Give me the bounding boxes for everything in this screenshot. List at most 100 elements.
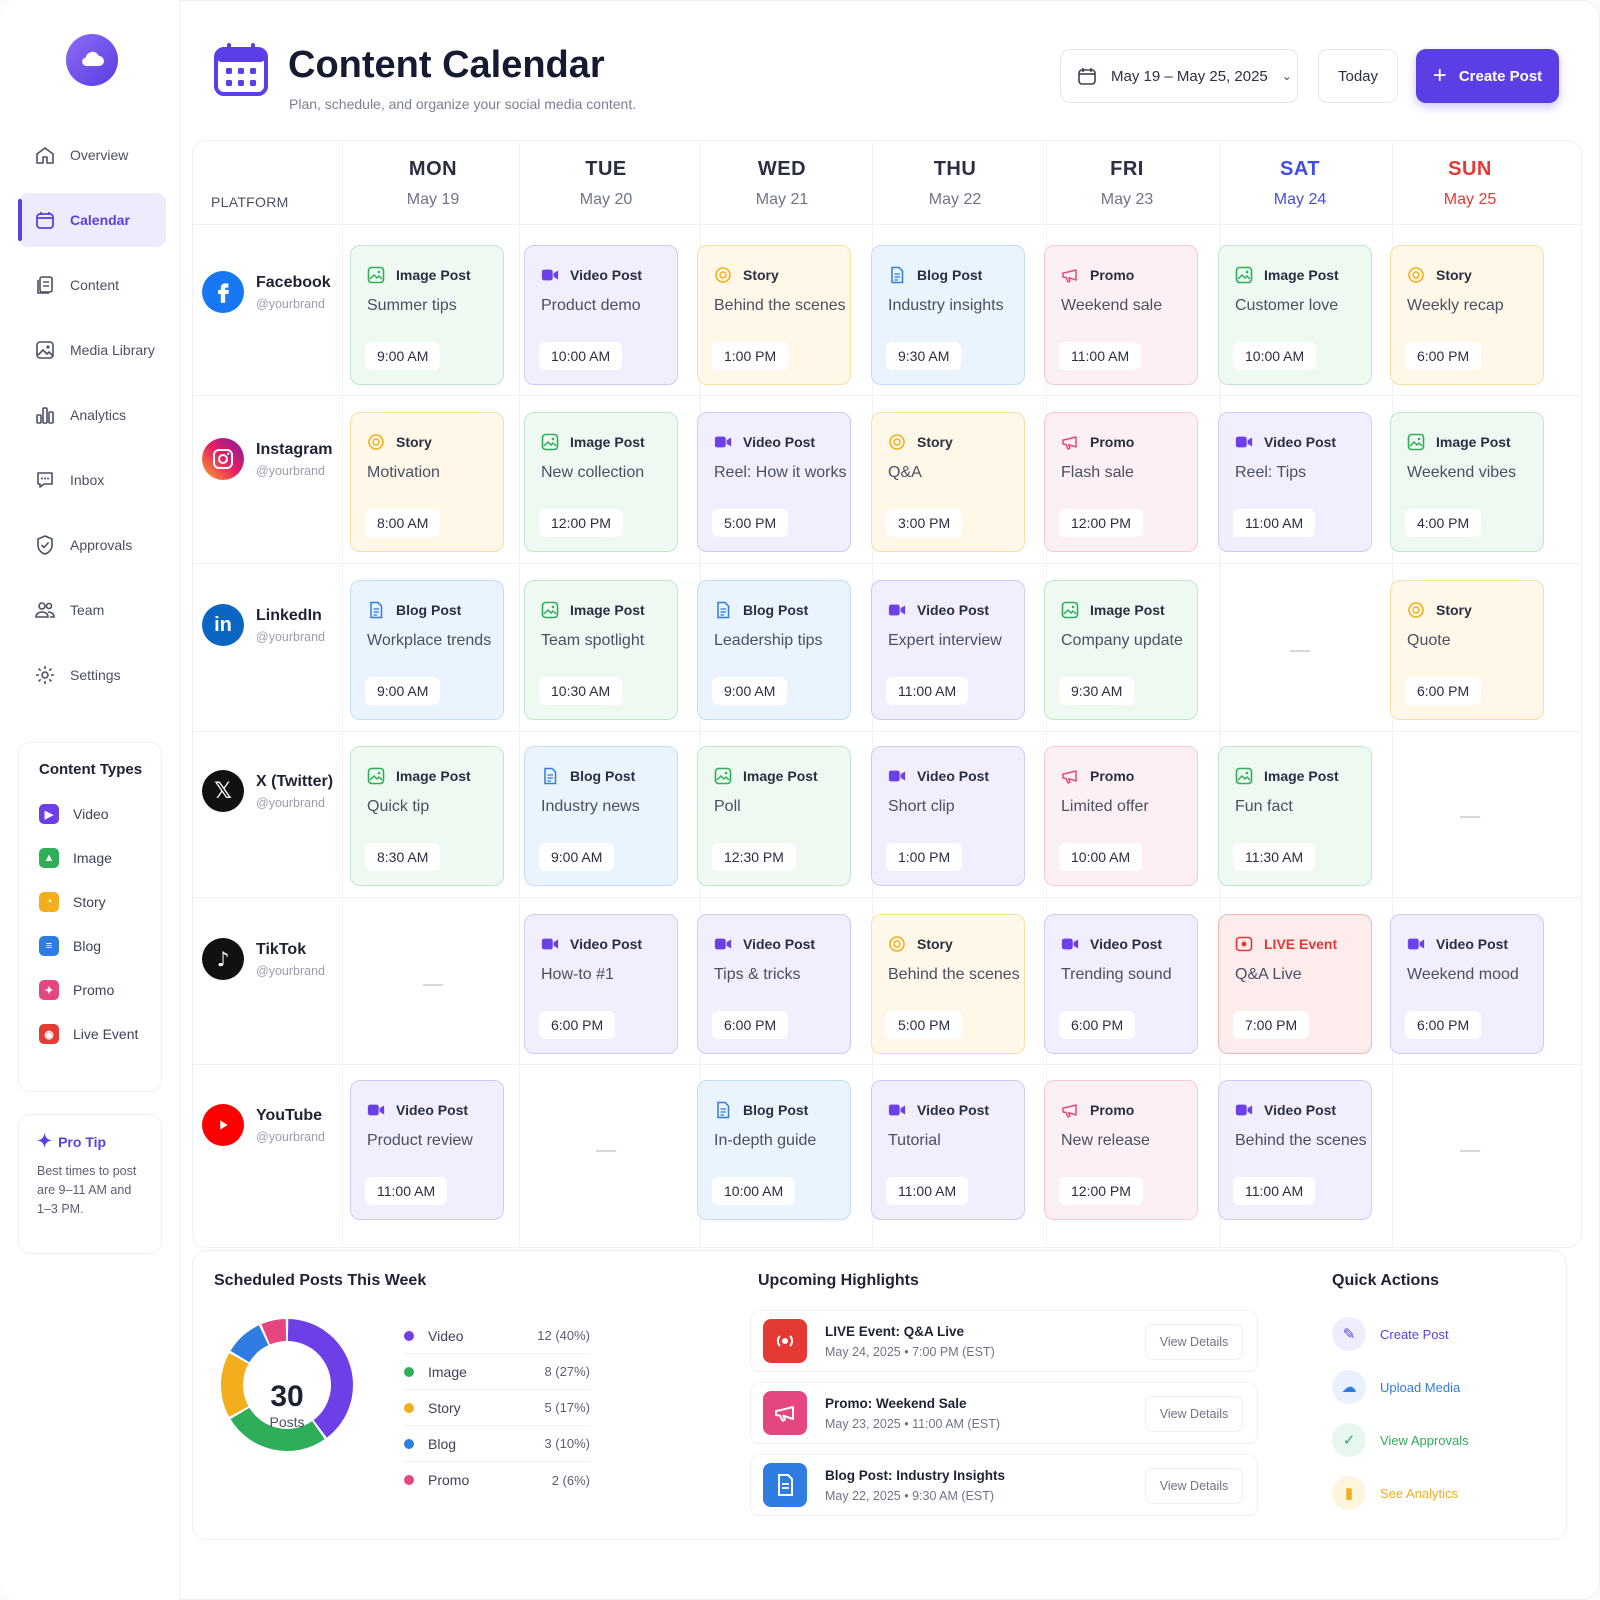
post-card[interactable]: Image Post Company update 9:30 AM	[1044, 580, 1198, 720]
post-card[interactable]: Blog Post Industry news 9:00 AM	[524, 746, 678, 886]
post-type: Blog Post	[541, 765, 663, 787]
date-range-picker[interactable]: May 19 – May 25, 2025 ⌄	[1060, 49, 1298, 103]
post-card[interactable]: Video Post Tips & tricks 6:00 PM	[697, 914, 851, 1054]
content-type-promo[interactable]: ✦ Promo	[39, 968, 161, 1012]
content-type-image[interactable]: ▲ Image	[39, 836, 161, 880]
content-types-title: Content Types	[39, 761, 143, 778]
post-time: 6:00 PM	[1405, 1011, 1482, 1039]
post-card[interactable]: Image Post Weekend vibes 4:00 PM	[1390, 412, 1544, 552]
content-type-blog[interactable]: ≡ Blog	[39, 924, 161, 968]
sidebar-item-media-library[interactable]: Media Library	[18, 323, 166, 377]
post-card[interactable]: Image Post Team spotlight 10:30 AM	[524, 580, 678, 720]
post-time: 11:00 AM	[1233, 1177, 1316, 1205]
post-type-label: Promo	[1090, 434, 1135, 450]
day-header-wed[interactable]: WED May 21	[697, 158, 867, 209]
sidebar-item-analytics[interactable]: Analytics	[18, 388, 166, 442]
quick-action-create-post[interactable]: ✎ Create Post	[1332, 1314, 1552, 1354]
day-header-sat[interactable]: SAT May 24	[1215, 158, 1385, 209]
quick-action-view-approvals[interactable]: ✓ View Approvals	[1332, 1420, 1552, 1460]
post-type-label: Video Post	[1264, 1102, 1337, 1118]
post-card[interactable]: Video Post Trending sound 6:00 PM	[1044, 914, 1198, 1054]
post-card[interactable]: Image Post New collection 12:00 PM	[524, 412, 678, 552]
post-card[interactable]: Image Post Summer tips 9:00 AM	[350, 245, 504, 385]
post-card[interactable]: Promo Flash sale 12:00 PM	[1044, 412, 1198, 552]
platform-instagram[interactable]: Instagram @yourbrand	[202, 429, 342, 489]
sidebar-item-settings[interactable]: Settings	[18, 648, 166, 702]
sidebar-item-overview[interactable]: Overview	[18, 128, 166, 182]
platform-x-twitter[interactable]: 𝕏 X (Twitter) @yourbrand	[202, 761, 342, 821]
post-time: 9:30 AM	[1059, 677, 1135, 705]
app-logo[interactable]	[66, 34, 118, 86]
post-card[interactable]: Video Post Product review 11:00 AM	[350, 1080, 504, 1220]
view-details-button[interactable]: View Details	[1145, 1468, 1243, 1504]
sidebar-item-label: Analytics	[70, 407, 127, 423]
day-header-thu[interactable]: THU May 22	[870, 158, 1040, 209]
sidebar: Overview Calendar Content Media Library Anal…	[0, 0, 180, 1600]
post-card[interactable]: Story Quote 6:00 PM	[1390, 580, 1544, 720]
post-card[interactable]: Blog Post Workplace trends 9:00 AM	[350, 580, 504, 720]
post-card[interactable]: Blog Post Leadership tips 9:00 AM	[697, 580, 851, 720]
live-event-type-icon: ◉	[39, 1024, 59, 1044]
platform-youtube[interactable]: YouTube @yourbrand	[202, 1095, 342, 1155]
view-details-button[interactable]: View Details	[1145, 1396, 1243, 1432]
post-card[interactable]: Promo New release 12:00 PM	[1044, 1080, 1198, 1220]
day-header-fri[interactable]: FRI May 23	[1042, 158, 1212, 209]
post-card[interactable]: Video Post Behind the scenes 11:00 AM	[1218, 1080, 1372, 1220]
today-button[interactable]: Today	[1318, 49, 1398, 103]
donut-slice-blog[interactable]	[230, 1325, 269, 1363]
post-card[interactable]: Story Weekly recap 6:00 PM	[1390, 245, 1544, 385]
post-card[interactable]: Video Post Reel: How it works 5:00 PM	[697, 412, 851, 552]
post-card[interactable]: Video Post Weekend mood 6:00 PM	[1390, 914, 1544, 1054]
content-type-live-event[interactable]: ◉ Live Event	[39, 1012, 161, 1056]
post-card[interactable]: Video Post How-to #1 6:00 PM	[524, 914, 678, 1054]
sidebar-item-calendar[interactable]: Calendar	[18, 193, 166, 247]
content-type-story[interactable]: ◔ Story	[39, 880, 161, 924]
post-card[interactable]: Story Behind the scenes 5:00 PM	[871, 914, 1025, 1054]
highlight-item[interactable]: Promo: Weekend Sale May 23, 2025 • 11:00 …	[750, 1382, 1258, 1444]
post-card[interactable]: Blog Post Industry insights 9:30 AM	[871, 245, 1025, 385]
post-card[interactable]: Video Post Tutorial 11:00 AM	[871, 1080, 1025, 1220]
create-post-button[interactable]: + Create Post	[1416, 49, 1559, 103]
platform-linkedin[interactable]: in LinkedIn @yourbrand	[202, 595, 342, 655]
highlight-item[interactable]: Blog Post: Industry Insights May 22, 2025…	[750, 1454, 1258, 1516]
post-card[interactable]: Image Post Poll 12:30 PM	[697, 746, 851, 886]
view-details-button[interactable]: View Details	[1145, 1324, 1243, 1360]
calendar-small-icon	[1078, 68, 1096, 85]
video-post-icon	[1407, 935, 1425, 953]
post-card[interactable]: Blog Post In-depth guide 10:00 AM	[697, 1080, 851, 1220]
post-card[interactable]: Video Post Expert interview 11:00 AM	[871, 580, 1025, 720]
post-card[interactable]: Story Behind the scenes 1:00 PM	[697, 245, 851, 385]
post-card[interactable]: Video Post Short clip 1:00 PM	[871, 746, 1025, 886]
video-post-icon	[888, 601, 906, 619]
total-posts-label: Posts	[269, 1414, 305, 1430]
post-card[interactable]: Promo Limited offer 10:00 AM	[1044, 746, 1198, 886]
post-card[interactable]: Promo Weekend sale 11:00 AM	[1044, 245, 1198, 385]
platform-tiktok[interactable]: ♪ TikTok @yourbrand	[202, 929, 342, 989]
quick-action-see-analytics[interactable]: ▮ See Analytics	[1332, 1473, 1552, 1513]
day-header-mon[interactable]: MON May 19	[348, 158, 518, 209]
sidebar-item-approvals[interactable]: Approvals	[18, 518, 166, 572]
quick-action-upload-media[interactable]: ☁ Upload Media	[1332, 1367, 1552, 1407]
content-type-label: Image	[73, 850, 112, 866]
content-type-video[interactable]: ▶ Video	[39, 792, 161, 836]
post-card[interactable]: Video Post Product demo 10:00 AM	[524, 245, 678, 385]
post-card[interactable]: Image Post Fun fact 11:30 AM	[1218, 746, 1372, 886]
post-type: Video Post	[541, 933, 663, 955]
day-header-sun[interactable]: SUN May 25	[1385, 158, 1555, 209]
live-post-icon	[1235, 935, 1253, 953]
post-time: 11:00 AM	[886, 1177, 969, 1205]
post-card[interactable]: Video Post Reel: Tips 11:00 AM	[1218, 412, 1372, 552]
highlight-item[interactable]: LIVE Event: Q&A Live May 24, 2025 • 7:00 …	[750, 1310, 1258, 1372]
post-card[interactable]: Image Post Quick tip 8:30 AM	[350, 746, 504, 886]
post-card[interactable]: Image Post Customer love 10:00 AM	[1218, 245, 1372, 385]
sidebar-item-team[interactable]: Team	[18, 583, 166, 637]
sidebar-item-inbox[interactable]: Inbox	[18, 453, 166, 507]
post-card[interactable]: LIVE Event Q&A Live 7:00 PM	[1218, 914, 1372, 1054]
sidebar-item-content[interactable]: Content	[18, 258, 166, 312]
post-card[interactable]: Story Motivation 8:00 AM	[350, 412, 504, 552]
day-header-tue[interactable]: TUE May 20	[521, 158, 691, 209]
platform-facebook[interactable]: Facebook @yourbrand	[202, 262, 342, 322]
post-card[interactable]: Story Q&A 3:00 PM	[871, 412, 1025, 552]
highlight-title: Blog Post: Industry Insights	[825, 1467, 1006, 1483]
post-time: 10:30 AM	[539, 677, 623, 705]
